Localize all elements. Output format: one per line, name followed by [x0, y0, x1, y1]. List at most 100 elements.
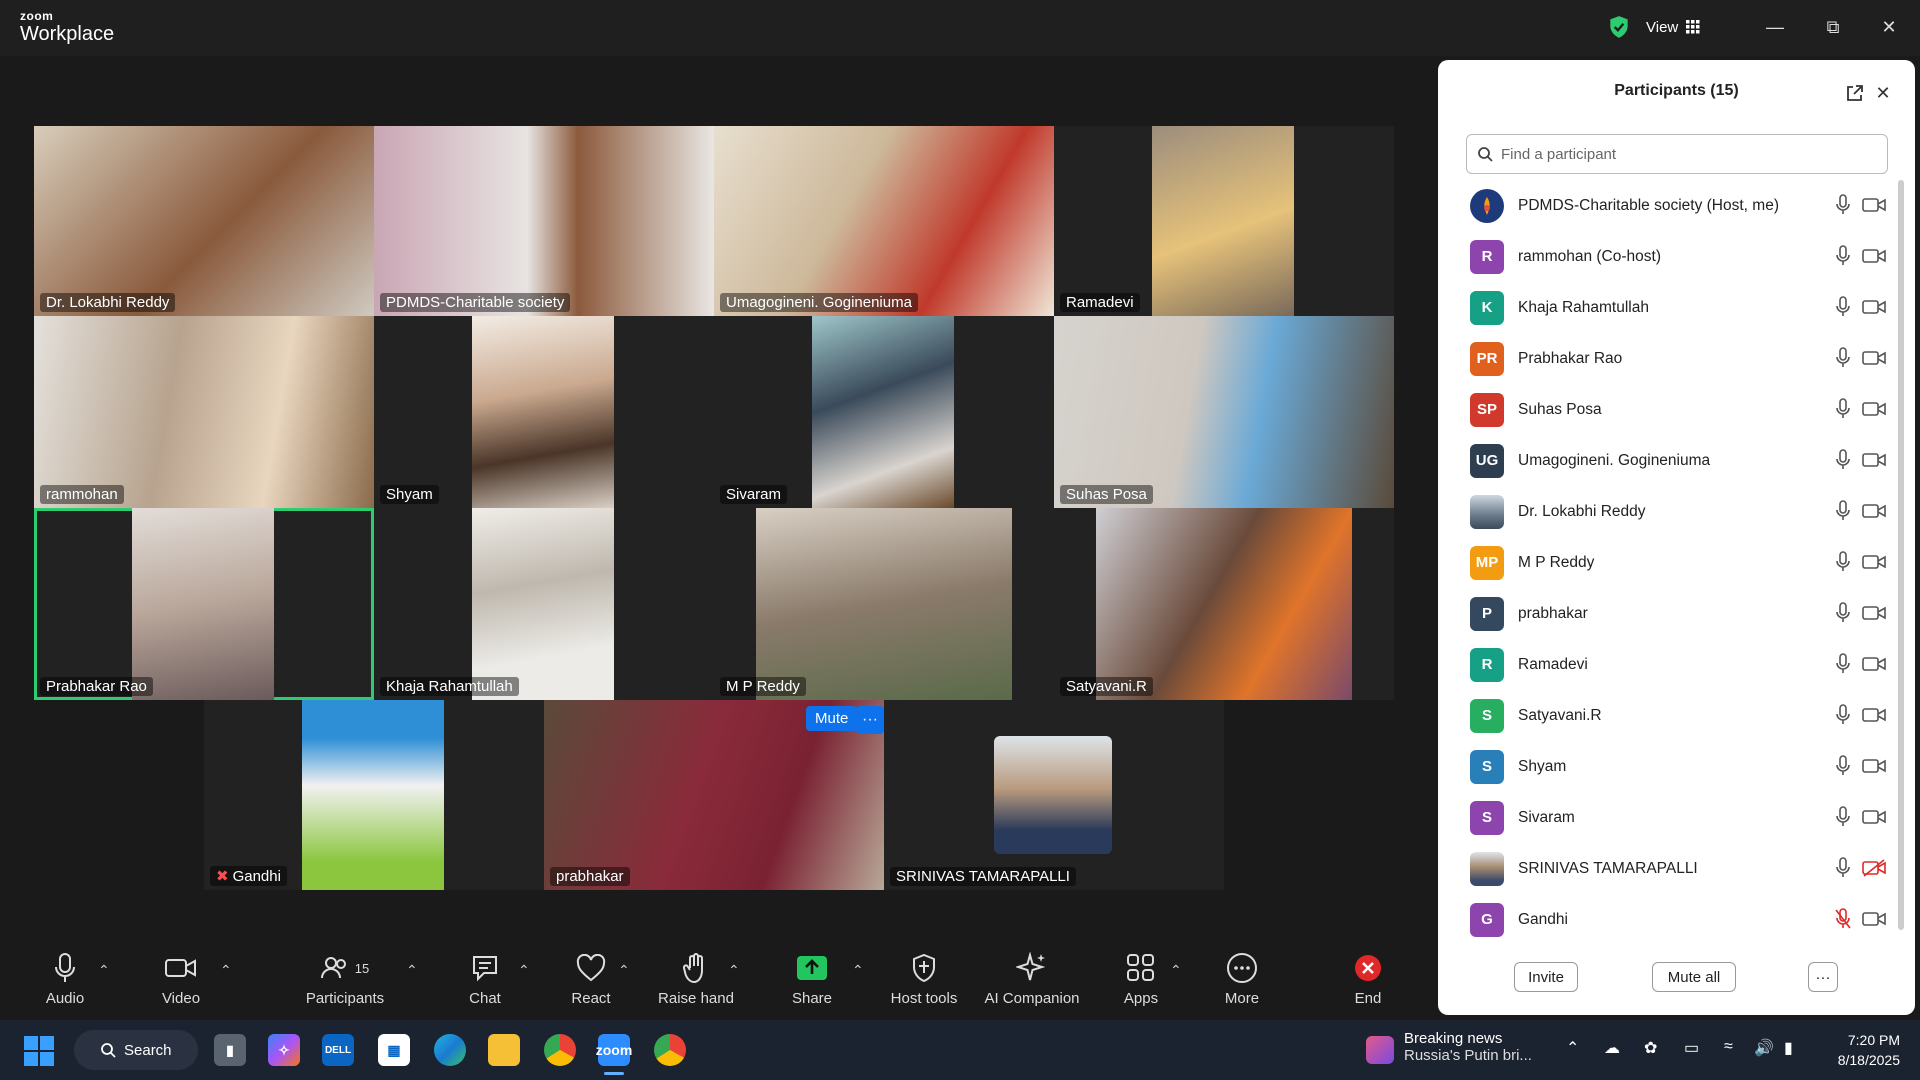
video-tile-active-speaker[interactable]: Prabhakar Rao [34, 508, 374, 700]
close-panel-icon[interactable]: ✕ [1872, 82, 1894, 104]
onedrive-cloud-icon[interactable]: ☁ [1604, 1038, 1620, 1058]
share-button[interactable]: Share [757, 950, 867, 1007]
microphone-icon[interactable] [1834, 500, 1852, 522]
volume-icon[interactable]: 🔊 [1754, 1038, 1774, 1058]
video-options-caret-icon[interactable]: ⌃ [220, 962, 232, 979]
panel-more-button[interactable]: ··· [1808, 962, 1838, 992]
microsoft-store-icon[interactable]: ▦ [378, 1034, 410, 1066]
video-camera-icon[interactable] [1862, 757, 1886, 775]
apps-options-caret-icon[interactable]: ⌃ [1170, 962, 1182, 979]
microphone-icon[interactable] [1834, 194, 1852, 216]
wifi-icon[interactable]: ≈ [1724, 1038, 1733, 1056]
participant-row[interactable]: MP M P Reddy [1438, 537, 1898, 588]
video-tile[interactable]: Dr. Lokabhi Reddy [34, 126, 374, 316]
participant-row[interactable]: S Sivaram [1438, 792, 1898, 843]
video-tile[interactable]: SRINIVAS TAMARAPALLI [884, 700, 1224, 890]
video-tile[interactable]: Ramadevi [1054, 126, 1394, 316]
participant-row[interactable]: P prabhakar [1438, 588, 1898, 639]
microphone-icon[interactable] [1834, 551, 1852, 573]
mic-muted-icon[interactable] [1834, 908, 1852, 930]
participant-row[interactable]: K Khaja Rahamtullah [1438, 282, 1898, 333]
audio-options-caret-icon[interactable]: ⌃ [98, 962, 110, 979]
video-tile[interactable]: Satyavani.R [1054, 508, 1394, 700]
video-camera-icon[interactable] [1862, 247, 1886, 265]
participant-row[interactable]: SP Suhas Posa [1438, 384, 1898, 435]
microphone-icon[interactable] [1834, 602, 1852, 624]
mute-participant-button[interactable]: Mute [806, 706, 858, 731]
video-camera-icon[interactable] [1862, 451, 1886, 469]
host-tools-button[interactable]: Host tools [869, 950, 979, 1007]
microphone-icon[interactable] [1834, 449, 1852, 471]
participant-search[interactable] [1466, 134, 1888, 174]
video-camera-icon[interactable] [1862, 604, 1886, 622]
video-tile[interactable]: Umagogineni. Gogineniuma [714, 126, 1054, 316]
video-camera-icon[interactable] [1862, 502, 1886, 520]
participant-row[interactable]: PR Prabhakar Rao [1438, 333, 1898, 384]
chrome-icon[interactable] [544, 1034, 576, 1066]
video-camera-icon[interactable] [1862, 196, 1886, 214]
video-tile[interactable]: M P Reddy [714, 508, 1054, 700]
video-camera-icon[interactable] [1862, 706, 1886, 724]
video-tile[interactable]: ✖ Gandhi [204, 700, 544, 890]
more-button[interactable]: More [1187, 950, 1297, 1007]
file-explorer-icon[interactable] [488, 1034, 520, 1066]
restore-icon[interactable]: ⧉ [1818, 12, 1848, 42]
participant-row[interactable]: S Satyavani.R [1438, 690, 1898, 741]
copilot-icon[interactable]: ✧ [268, 1034, 300, 1066]
battery-icon[interactable]: ▮ [1784, 1038, 1793, 1058]
ai-companion-button[interactable]: AI Companion [977, 950, 1087, 1007]
zoom-taskbar-icon[interactable]: zoom [596, 1034, 632, 1066]
video-camera-icon[interactable] [1862, 349, 1886, 367]
chrome-profile-icon[interactable] [654, 1034, 686, 1066]
minimize-icon[interactable]: — [1760, 12, 1790, 42]
taskbar-search[interactable]: Search [74, 1030, 198, 1070]
microphone-icon[interactable] [1834, 806, 1852, 828]
video-tile[interactable]: Suhas Posa [1054, 316, 1394, 508]
participant-row[interactable]: SRINIVAS TAMARAPALLI [1438, 843, 1898, 894]
microphone-icon[interactable] [1834, 755, 1852, 777]
news-icon[interactable] [1366, 1036, 1394, 1064]
end-meeting-button[interactable]: End [1313, 950, 1423, 1007]
microphone-icon[interactable] [1834, 296, 1852, 318]
invite-button[interactable]: Invite [1514, 962, 1578, 992]
video-tile[interactable]: Sivaram [714, 316, 1054, 508]
microphone-icon[interactable] [1834, 653, 1852, 675]
participant-row[interactable]: Dr. Lokabhi Reddy [1438, 486, 1898, 537]
edge-icon[interactable] [434, 1034, 466, 1066]
dell-icon[interactable]: DELL [322, 1034, 354, 1066]
system-clock[interactable]: 7:20 PM 8/18/2025 [1820, 1030, 1900, 1070]
pop-out-icon[interactable] [1844, 82, 1866, 104]
video-camera-icon[interactable] [1862, 910, 1886, 928]
participant-row[interactable]: R rammohan (Co-host) [1438, 231, 1898, 282]
participants-options-caret-icon[interactable]: ⌃ [406, 962, 418, 979]
video-tile[interactable]: Mute ··· prabhakar [544, 700, 884, 890]
microphone-icon[interactable] [1834, 347, 1852, 369]
news-widget[interactable]: Breaking news Russia's Putin bri... [1404, 1030, 1532, 1064]
participant-row[interactable]: PDMDS-Charitable society (Host, me) [1438, 180, 1898, 231]
react-options-caret-icon[interactable]: ⌃ [618, 962, 630, 979]
chat-options-caret-icon[interactable]: ⌃ [518, 962, 530, 979]
network-tools-icon[interactable]: ✿ [1644, 1038, 1657, 1058]
participant-row[interactable]: G Gandhi [1438, 894, 1898, 945]
share-options-caret-icon[interactable]: ⌃ [852, 962, 864, 979]
video-camera-icon[interactable] [1862, 553, 1886, 571]
encryption-shield-icon[interactable] [1606, 14, 1632, 40]
tile-more-button[interactable]: ··· [856, 706, 884, 734]
participant-row[interactable]: R Ramadevi [1438, 639, 1898, 690]
video-camera-icon[interactable] [1862, 808, 1886, 826]
show-hidden-icons-icon[interactable]: ⌃ [1566, 1038, 1579, 1058]
video-camera-icon[interactable] [1862, 400, 1886, 418]
video-tile[interactable]: rammohan [34, 316, 374, 508]
microphone-icon[interactable] [1834, 704, 1852, 726]
participant-row[interactable]: S Shyam [1438, 741, 1898, 792]
video-tile[interactable]: PDMDS-Charitable society [374, 126, 714, 316]
participant-row[interactable]: UG Umagogineni. Gogineniuma [1438, 435, 1898, 486]
windows-start-icon[interactable] [24, 1036, 54, 1066]
video-tile[interactable]: Shyam [374, 316, 714, 508]
microphone-icon[interactable] [1834, 245, 1852, 267]
microphone-icon[interactable] [1834, 857, 1852, 879]
video-tile[interactable]: Khaja Rahamtullah [374, 508, 714, 700]
mute-all-button[interactable]: Mute all [1652, 962, 1736, 992]
microphone-icon[interactable] [1834, 398, 1852, 420]
raise-hand-options-caret-icon[interactable]: ⌃ [728, 962, 740, 979]
